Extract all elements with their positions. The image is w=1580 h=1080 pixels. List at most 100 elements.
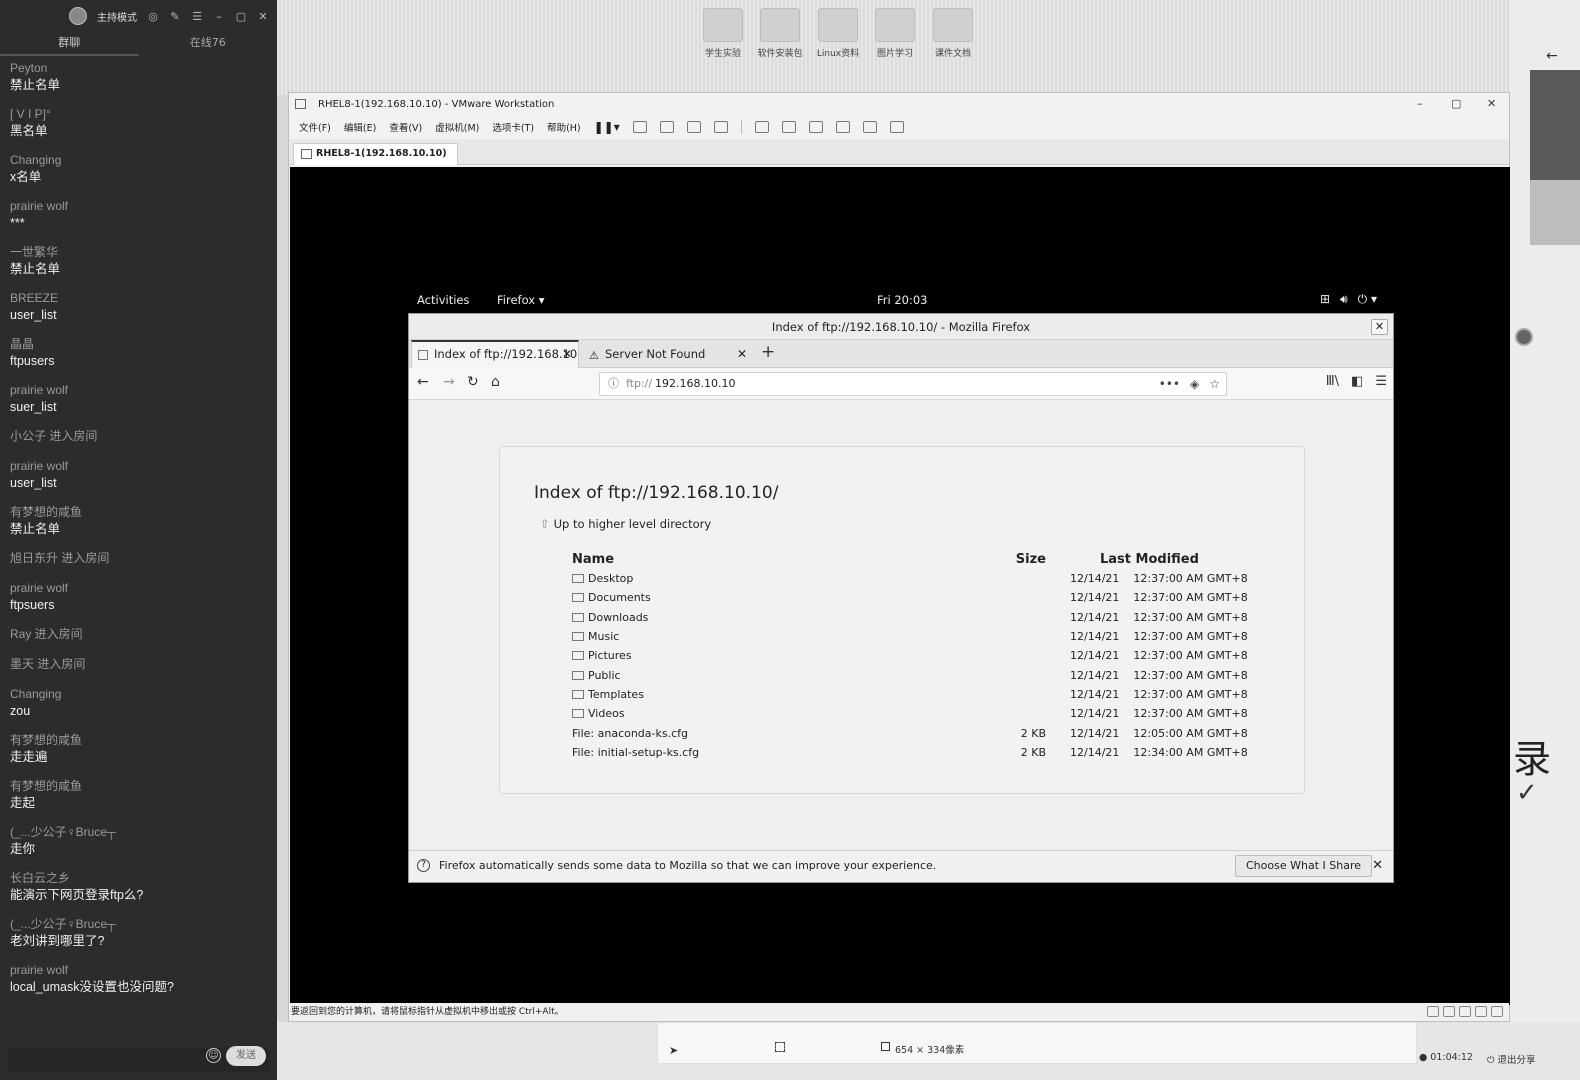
pointer-icon[interactable]: ➤ <box>669 1044 678 1057</box>
close-icon[interactable]: ✕ <box>1372 851 1383 881</box>
chat-sender[interactable]: 有梦想的咸鱼 <box>10 778 277 794</box>
menu-tabs[interactable]: 选项卡(T) <box>492 120 534 134</box>
network-adapter-icon[interactable] <box>1459 1006 1471 1017</box>
back-arrow-icon[interactable]: ← <box>1546 48 1558 64</box>
forward-icon[interactable]: → <box>443 374 455 390</box>
folder-link[interactable]: Templates <box>572 685 1002 704</box>
folder-link[interactable]: Music <box>572 627 1002 646</box>
chat-sender[interactable]: Changing <box>10 152 277 168</box>
chat-sender[interactable]: [ V I P]° <box>10 106 277 122</box>
close-icon[interactable]: ✕ <box>1371 319 1388 335</box>
menu-file[interactable]: 文件(F) <box>299 120 331 134</box>
folder-link[interactable]: Public <box>572 665 1002 684</box>
snapshot-icon[interactable] <box>659 121 674 133</box>
usb-icon[interactable] <box>1475 1006 1487 1017</box>
chat-sender[interactable]: 晶晶 <box>10 336 277 352</box>
emoji-icon[interactable]: ☺ <box>206 1048 221 1063</box>
folder-link[interactable]: Videos <box>572 704 1002 723</box>
menu-icon[interactable]: ☰ <box>191 10 203 23</box>
library-icon[interactable] <box>754 121 769 133</box>
cd-icon[interactable] <box>1443 1006 1455 1017</box>
menu-vm[interactable]: 虚拟机(M) <box>435 120 479 134</box>
chat-sender[interactable]: Changing <box>10 686 277 702</box>
chat-sender[interactable]: Ray 进入房间 <box>10 626 277 642</box>
tab-ftp-index[interactable]: Index of ftp://192.168.10 ✕ <box>411 340 579 368</box>
chat-sender[interactable]: (_...少公子♀Bruce┬ <box>10 916 277 932</box>
chat-sender[interactable]: 有梦想的咸鱼 <box>10 504 277 520</box>
up-directory-link[interactable]: ⇧ Up to higher level directory <box>540 517 711 531</box>
menu-view[interactable]: 查看(V) <box>389 120 422 134</box>
folder-link[interactable]: Downloads <box>572 608 1002 627</box>
chat-sender[interactable]: Peyton <box>10 60 277 76</box>
file-link[interactable]: File: anaconda-ks.cfg <box>572 723 1002 742</box>
hdd-icon[interactable] <box>1427 1006 1439 1017</box>
clock[interactable]: Fri 20:03 <box>877 293 928 307</box>
back-icon[interactable]: ← <box>417 374 429 390</box>
chat-sender[interactable]: (_...少公子♀Bruce┬ <box>10 824 277 840</box>
column-size[interactable]: Size <box>1002 549 1046 569</box>
close-icon[interactable]: ✕ <box>257 10 269 23</box>
target-icon[interactable]: ◎ <box>147 10 159 23</box>
avatar[interactable] <box>69 7 87 25</box>
chat-sender[interactable]: 小公子 进入房间 <box>10 428 277 444</box>
desktop-folder[interactable]: Linux资料 <box>814 8 862 59</box>
desktop-folder[interactable]: 图片学习 <box>871 8 919 59</box>
choose-what-i-share-button[interactable]: Choose What I Share <box>1235 855 1372 877</box>
chat-sender[interactable]: prairie wolf <box>10 458 277 474</box>
selection-icon[interactable] <box>775 1042 785 1052</box>
send-ctrl-alt-del-icon[interactable] <box>632 121 647 133</box>
pocket-icon[interactable]: ◈ <box>1190 373 1199 395</box>
close-icon[interactable]: ✕ <box>1487 97 1496 110</box>
exit-share-button[interactable]: ⏻ 退出分享 <box>1487 1052 1536 1066</box>
maximize-icon[interactable]: ▢ <box>235 10 247 23</box>
folder-link[interactable]: Desktop <box>572 569 1002 588</box>
stretch-icon[interactable] <box>889 121 904 133</box>
new-tab-icon[interactable]: + <box>761 342 775 362</box>
url-bar[interactable]: ⓘ ftp:// 192.168.10.10 ••• ◈ ☆ <box>599 372 1227 396</box>
edit-icon[interactable]: ✎ <box>169 10 181 23</box>
chat-sender[interactable]: 长白云之乡 <box>10 870 277 886</box>
chat-message-list[interactable]: Peyton 禁止名单 [ V I P]° 黑名单 Changing x名单 prairie… <box>0 56 277 996</box>
chat-sender[interactable]: prairie wolf <box>10 382 277 398</box>
snapshot-manager-icon[interactable] <box>713 121 728 133</box>
message-icon[interactable] <box>1491 1006 1503 1017</box>
desktop-folder[interactable]: 课件文档 <box>929 8 977 59</box>
floating-ball-icon[interactable] <box>1515 328 1533 346</box>
unity-icon[interactable] <box>835 121 850 133</box>
chat-sender[interactable]: 有梦想的咸鱼 <box>10 732 277 748</box>
fullscreen-icon[interactable] <box>808 121 823 133</box>
tab-online[interactable]: 在线76 <box>139 32 278 56</box>
home-icon[interactable]: ⌂ <box>491 374 500 390</box>
pause-icon[interactable]: ❚❚▾ <box>594 120 620 134</box>
info-icon[interactable]: ⓘ <box>608 373 619 395</box>
host-mode-label[interactable]: 主持模式 <box>97 9 137 24</box>
thumbnail-icon[interactable] <box>781 121 796 133</box>
activities-button[interactable]: Activities <box>417 293 469 307</box>
vm-guest-screen[interactable]: Activities Firefox ▾ Fri 20:03 ⊞ 🔊︎ ⏻ ▾ … <box>290 167 1510 1005</box>
chat-sender[interactable]: 墨天 进入房间 <box>10 656 277 672</box>
column-name[interactable]: Name <box>572 549 1002 569</box>
close-tab-icon[interactable]: ✕ <box>737 340 747 368</box>
desktop-folder[interactable]: 软件安装包 <box>756 8 804 59</box>
folder-link[interactable]: Pictures <box>572 646 1002 665</box>
tab-group-chat[interactable]: 群聊 <box>0 32 139 56</box>
system-menu[interactable]: ⊞ 🔊︎ ⏻ ▾ <box>1320 292 1377 307</box>
menu-help[interactable]: 帮助(H) <box>547 120 581 134</box>
chat-sender[interactable]: 一世繁华 <box>10 244 277 260</box>
tab-server-not-found[interactable]: ⚠ Server Not Found ✕ <box>583 340 753 368</box>
menu-edit[interactable]: 编辑(E) <box>344 120 376 134</box>
column-last-modified[interactable]: Last Modified <box>1046 549 1249 569</box>
revert-snapshot-icon[interactable] <box>686 121 701 133</box>
chat-sender[interactable]: prairie wolf <box>10 198 277 214</box>
minimize-icon[interactable]: – <box>1417 97 1423 110</box>
close-tab-icon[interactable]: ✕ <box>562 342 572 367</box>
minimize-icon[interactable]: – <box>213 10 225 23</box>
library-icon[interactable]: Ⅲ\ <box>1326 374 1339 389</box>
chat-sender[interactable]: 旭日东升 进入房间 <box>10 550 277 566</box>
send-button[interactable]: 发送 <box>226 1046 266 1066</box>
page-actions-icon[interactable]: ••• <box>1159 373 1180 395</box>
app-menu[interactable]: Firefox ▾ <box>497 293 545 307</box>
vm-tab[interactable]: RHEL8-1(192.168.10.10) <box>293 143 458 165</box>
chat-sender[interactable]: BREEZE <box>10 290 277 306</box>
reload-icon[interactable]: ↻ <box>467 374 479 390</box>
